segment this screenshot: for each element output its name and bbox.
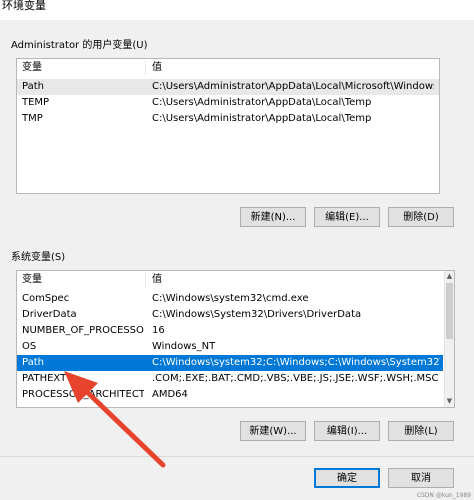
annotation-arrow-icon [64,371,166,468]
